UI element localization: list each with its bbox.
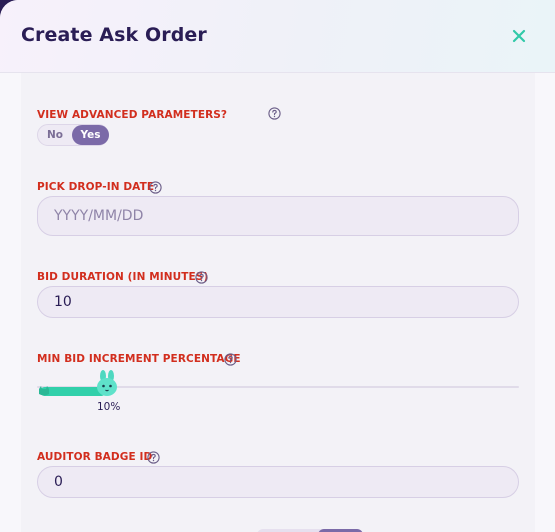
help-icon[interactable]	[268, 107, 281, 120]
auditor-badge-label: AUDITOR BADGE ID	[37, 451, 153, 463]
slider-min-cap-icon	[39, 386, 49, 396]
modal-title: Create Ask Order	[21, 24, 207, 46]
modal-header: Create Ask Order	[0, 0, 555, 73]
bid-duration-label: BID DURATION (IN MINUTES)	[37, 271, 209, 283]
bunny-slider-knob-icon[interactable]	[94, 368, 120, 398]
min-bid-increment-label: MIN BID INCREMENT PERCENTAGE	[37, 353, 241, 365]
bid-duration-input[interactable]	[37, 286, 519, 318]
close-icon[interactable]	[508, 25, 530, 47]
help-icon[interactable]	[149, 181, 162, 194]
toggle-option-yes[interactable]: Yes	[72, 125, 109, 145]
auditor-badge-input[interactable]	[37, 466, 519, 498]
help-icon[interactable]	[195, 271, 208, 284]
create-ask-order-modal: Create Ask Order VIEW ADVANCED PARAMETER…	[0, 0, 555, 532]
slider-value-label: 10%	[97, 401, 121, 413]
advanced-parameters-label: VIEW ADVANCED PARAMETERS?	[37, 109, 228, 121]
advanced-parameters-toggle: No Yes	[37, 124, 109, 146]
help-icon[interactable]	[224, 353, 237, 366]
drop-in-date-input[interactable]	[37, 196, 519, 236]
drop-in-date-label: PICK DROP-IN DATE	[37, 181, 155, 193]
help-icon[interactable]	[147, 451, 160, 464]
toggle-option-no[interactable]: No	[38, 125, 72, 145]
